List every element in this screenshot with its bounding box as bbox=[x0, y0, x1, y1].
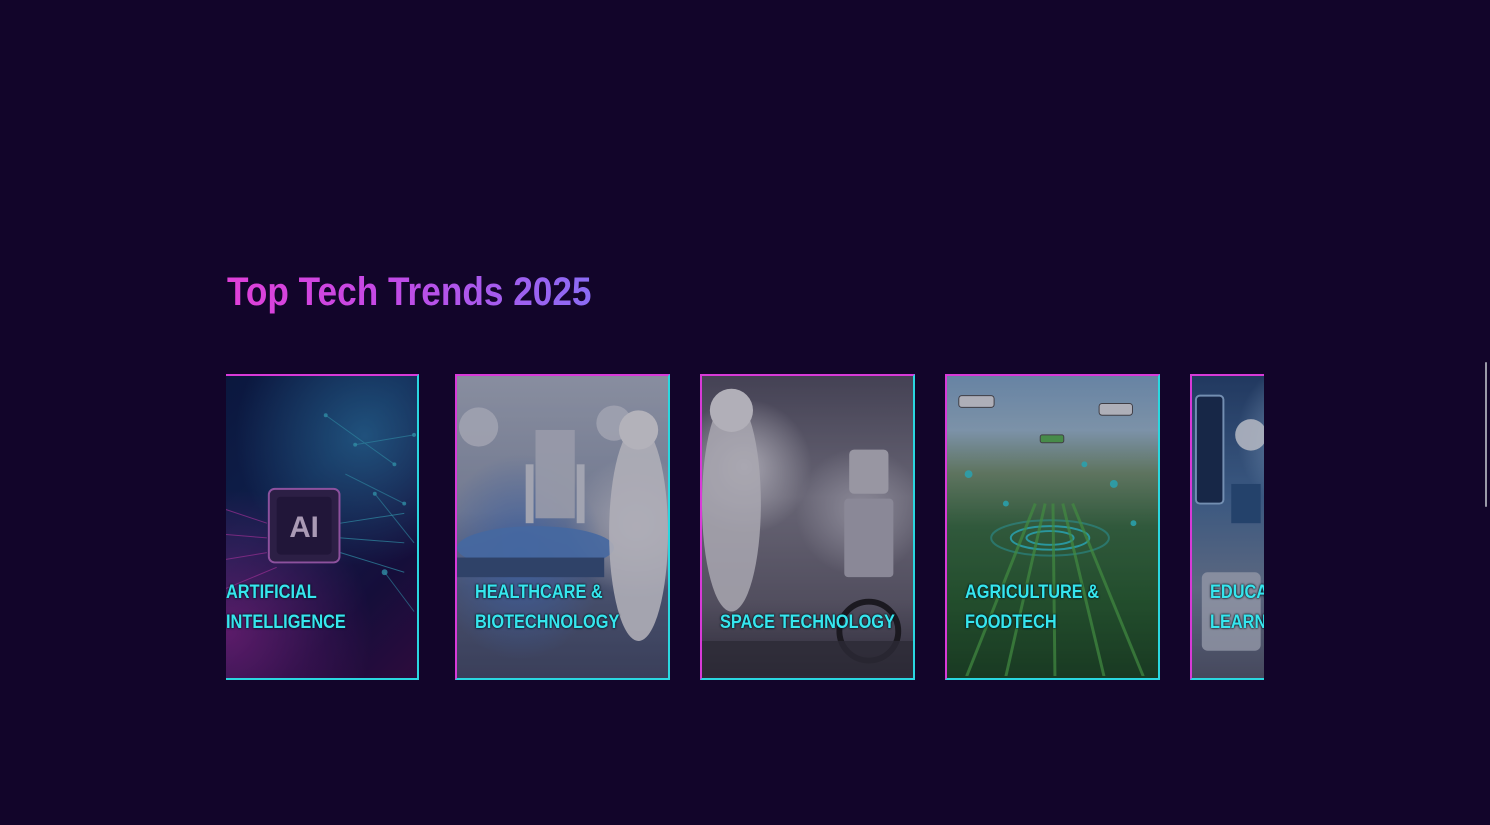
page: Top Tech Trends 2025 AI ARTIFICIAL INTEL… bbox=[0, 0, 1490, 825]
card-label-ai: ARTIFICIAL INTELLIGENCE bbox=[226, 578, 346, 638]
card-label-space: SPACE TECHNOLOGY bbox=[720, 608, 895, 638]
trend-card-education[interactable]: EDUCA LEARN bbox=[1190, 374, 1264, 680]
trend-card-space[interactable]: SPACE TECHNOLOGY bbox=[700, 374, 915, 680]
card-label-line2: INTELLIGENCE bbox=[226, 612, 346, 633]
card-label-line1: HEALTHCARE & bbox=[475, 582, 603, 603]
trend-card-healthcare[interactable]: HEALTHCARE & BIOTECHNOLOGY bbox=[455, 374, 670, 680]
trend-card-agriculture[interactable]: AGRICULTURE & FOODTECH bbox=[945, 374, 1160, 680]
section-title: Top Tech Trends 2025 bbox=[227, 270, 592, 314]
card-label-agriculture: AGRICULTURE & FOODTECH bbox=[965, 578, 1099, 638]
card-label-healthcare: HEALTHCARE & BIOTECHNOLOGY bbox=[475, 578, 619, 638]
trend-card-ai[interactable]: AI ARTIFICIAL INTELLIGENCE bbox=[226, 374, 419, 680]
card-label-education: EDUCA LEARN bbox=[1210, 578, 1264, 638]
trends-carousel[interactable]: AI ARTIFICIAL INTELLIGENCE HEALTHCARE & … bbox=[226, 374, 1264, 683]
card-label-line2: SPACE TECHNOLOGY bbox=[720, 612, 895, 633]
card-label-line2: LEARN bbox=[1210, 612, 1264, 633]
card-label-line1: ARTIFICIAL bbox=[226, 582, 317, 603]
card-label-line2: FOODTECH bbox=[965, 612, 1057, 633]
card-label-line2: BIOTECHNOLOGY bbox=[475, 612, 620, 633]
page-scrollbar-thumb[interactable] bbox=[1485, 362, 1487, 507]
card-label-line1: AGRICULTURE & bbox=[965, 582, 1100, 603]
card-label-line1: EDUCA bbox=[1210, 582, 1264, 603]
